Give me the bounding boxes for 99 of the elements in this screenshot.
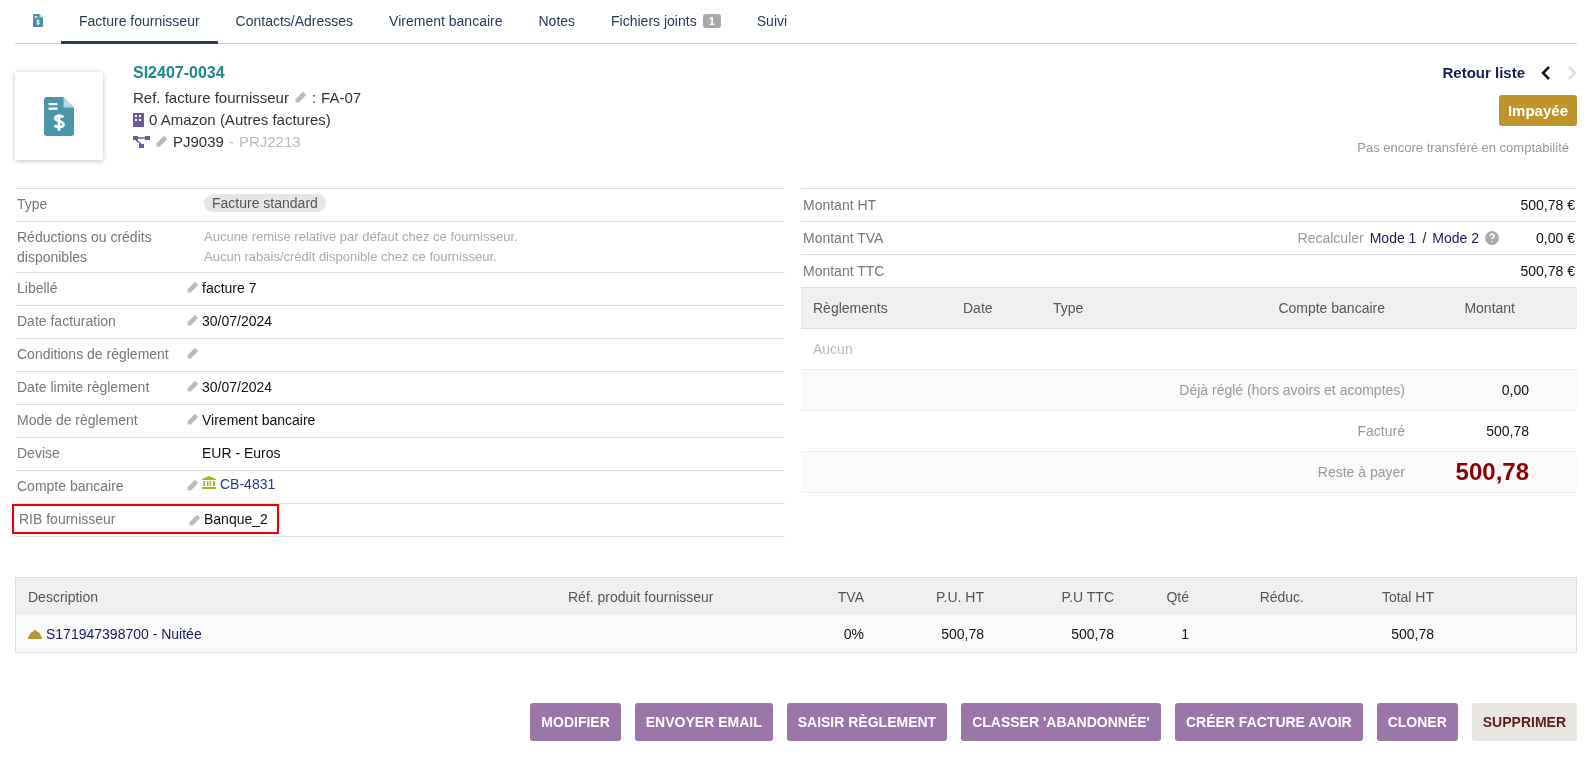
field-value: 30/07/2024 — [202, 312, 273, 331]
supplier-name[interactable]: 0 Amazon (Autres factures) — [149, 111, 331, 128]
table-cell: 500,78 — [1071, 625, 1114, 642]
amount-label: Montant HT — [803, 197, 878, 213]
status-badge: Impayée — [1498, 95, 1577, 126]
table-cell: 1 — [1181, 625, 1189, 642]
tab[interactable]: Facture fournisseur — [61, 0, 218, 44]
field-label: Conditions de règlement — [16, 345, 170, 364]
next-icon[interactable] — [1567, 65, 1577, 80]
back-to-list-link[interactable]: Retour liste — [1442, 64, 1525, 81]
info-text: Aucun rabais/crédit disponible chez ce fournisseur. — [204, 248, 498, 266]
previous-icon[interactable] — [1541, 65, 1551, 80]
action-button[interactable]: CRÉER FACTURE AVOIR — [1174, 703, 1363, 741]
service-bell-icon — [28, 628, 42, 639]
action-button[interactable]: CLASSER 'ABANDONNÉE' — [961, 703, 1161, 741]
project-tree-icon — [133, 135, 150, 148]
field-label: Libellé — [16, 279, 59, 298]
tab[interactable]: Notes — [520, 0, 594, 44]
table-cell: 500,78 — [1391, 625, 1434, 642]
separator: : — [311, 89, 317, 106]
column-header: Montant — [1463, 300, 1516, 316]
separator: / — [1422, 230, 1427, 246]
summary-label: Facturé — [1356, 423, 1406, 439]
field-value: EUR - Euros — [202, 444, 281, 463]
recalc-label: Recalculer — [1297, 230, 1364, 246]
field-label: Date limite règlement — [16, 378, 151, 397]
summary-label: Déjà réglé (hors avoirs et acomptes) — [1178, 382, 1406, 398]
mode-link[interactable]: Mode 1 — [1369, 230, 1417, 246]
field-label: Devise — [16, 444, 61, 463]
column-header: Total HT — [1380, 588, 1435, 605]
tab[interactable]: Contacts/Adresses — [217, 0, 372, 44]
summary-label: Reste à payer — [1316, 464, 1406, 480]
column-header: Date — [962, 300, 994, 316]
action-button[interactable]: SAISIR RÈGLEMENT — [786, 703, 948, 741]
field-value: Banque_2 — [204, 510, 268, 529]
field-label: Date facturation — [16, 312, 117, 331]
field-value: Virement bancaire — [202, 411, 316, 430]
field-value: 30/07/2024 — [202, 378, 273, 397]
field-label: Type — [16, 195, 49, 214]
project-name: PRJ2213 — [238, 133, 301, 150]
pencil-icon[interactable] — [185, 413, 199, 426]
pencil-icon[interactable] — [185, 314, 199, 327]
pencil-icon[interactable] — [187, 514, 201, 527]
separator: - — [228, 133, 234, 150]
column-header: Réduc. — [1258, 588, 1305, 605]
count-badge: 1 — [702, 13, 721, 28]
pencil-icon[interactable] — [185, 479, 199, 492]
column-header: Qté — [1165, 588, 1190, 605]
column-header: Description — [27, 588, 100, 605]
field-label: Compte bancaire — [16, 477, 125, 496]
invoice-dollar-icon — [44, 96, 74, 136]
invoice-ref: SI2407-0034 — [133, 64, 226, 82]
supplier-ref-label: Ref. facture fournisseur — [133, 89, 289, 106]
product-link[interactable]: S171947398700 - Nuitée — [46, 625, 202, 642]
invoice-dollar-icon — [33, 14, 43, 27]
amount-value: 0,00 € — [1535, 230, 1575, 246]
bank-account-link[interactable]: CB-4831 — [220, 476, 276, 492]
project-ref[interactable]: PJ9039 — [173, 133, 224, 150]
summary-value: 500,78 — [1485, 423, 1530, 439]
pencil-icon[interactable] — [185, 281, 199, 294]
action-button[interactable]: CLONER — [1376, 703, 1458, 741]
tab[interactable]: Suivi — [738, 0, 806, 44]
summary-value: 0,00 — [1500, 382, 1530, 398]
column-header: TVA — [836, 588, 865, 605]
tab[interactable]: Virement bancaire — [371, 0, 521, 44]
pencil-icon[interactable] — [293, 91, 307, 104]
amount-value: 500,78 € — [1519, 197, 1575, 213]
pencil-icon[interactable] — [155, 135, 168, 148]
action-button[interactable]: ENVOYER EMAIL — [634, 703, 773, 741]
amount-label: Montant TTC — [803, 263, 886, 279]
amount-value: 500,78 € — [1519, 263, 1575, 279]
info-text: Aucune remise relative par défaut chez ce fournisseur. — [204, 228, 518, 246]
column-header: Type — [1052, 300, 1085, 316]
tab[interactable]: Fichiers joints 1 — [593, 0, 739, 44]
field-label: Réductions ou crédits disponibles — [16, 228, 153, 267]
column-header: P.U. HT — [935, 588, 985, 605]
building-icon — [133, 112, 144, 127]
field-label: Mode de règlement — [16, 411, 139, 430]
column-header: Compte bancaire — [1277, 300, 1386, 316]
amount-label: Montant TVA — [803, 230, 885, 246]
empty-text: Aucun — [813, 341, 853, 357]
supplier-ref: FA-07 — [321, 89, 362, 106]
pencil-icon[interactable] — [185, 347, 199, 360]
field-value: facture 7 — [202, 279, 257, 298]
field-label: RIB fournisseur — [18, 510, 117, 529]
column-header: P.U TTC — [1060, 588, 1115, 605]
type-tag: Facture standard — [204, 194, 326, 212]
mode-link[interactable]: Mode 2 — [1432, 230, 1479, 246]
column-header: Règlements — [812, 300, 889, 316]
table-cell: 500,78 — [941, 625, 984, 642]
bank-icon — [202, 476, 216, 489]
table-cell: 0% — [843, 625, 864, 642]
column-header: Réf. produit fournisseur — [567, 588, 715, 605]
remaining-amount: 500,78 — [1454, 458, 1530, 486]
accounting-note: Pas encore transféré en comptabilité — [1357, 140, 1569, 155]
help-icon[interactable] — [1485, 231, 1499, 245]
delete-button[interactable]: SUPPRIMER — [1471, 703, 1577, 741]
pencil-icon[interactable] — [185, 380, 199, 393]
action-button[interactable]: MODIFIER — [530, 703, 621, 741]
